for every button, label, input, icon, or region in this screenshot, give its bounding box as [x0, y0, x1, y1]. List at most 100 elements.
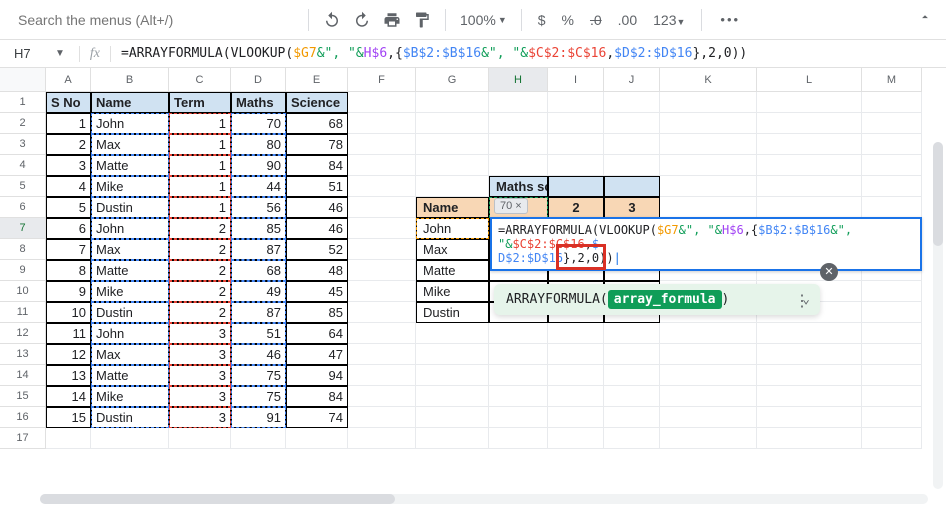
cell-I15[interactable] [548, 386, 604, 407]
cell-F17[interactable] [348, 428, 416, 449]
cell-E2[interactable]: 68 [286, 113, 348, 134]
cell-K14[interactable] [660, 365, 757, 386]
cell-I1[interactable] [548, 92, 604, 113]
cell-F13[interactable] [348, 344, 416, 365]
cell-K2[interactable] [660, 113, 757, 134]
vertical-scrollbar[interactable] [933, 142, 943, 489]
cell-M12[interactable] [862, 323, 922, 344]
row-header-8[interactable]: 8 [0, 239, 46, 260]
cell-L3[interactable] [757, 134, 862, 155]
column-header-C[interactable]: C [169, 68, 231, 92]
cell-F1[interactable] [348, 92, 416, 113]
scrollbar-thumb[interactable] [40, 494, 395, 504]
cell-M10[interactable] [862, 281, 922, 302]
cell-L16[interactable] [757, 407, 862, 428]
row-header-16[interactable]: 16 [0, 407, 46, 428]
cell-D9[interactable]: 68 [231, 260, 286, 281]
row-header-11[interactable]: 11 [0, 302, 46, 323]
cell-C6[interactable]: 1 [169, 197, 231, 218]
cell-J6[interactable]: 3 [604, 197, 660, 218]
cell-B4[interactable]: Matte [91, 155, 169, 176]
cell-K15[interactable] [660, 386, 757, 407]
row-header-13[interactable]: 13 [0, 344, 46, 365]
cell-B13[interactable]: Max [91, 344, 169, 365]
cell-H2[interactable] [489, 113, 548, 134]
cell-G17[interactable] [416, 428, 489, 449]
cell-K1[interactable] [660, 92, 757, 113]
cell-G13[interactable] [416, 344, 489, 365]
cell-K13[interactable] [660, 344, 757, 365]
cell-A6[interactable]: 5 [46, 197, 91, 218]
cell-I6[interactable]: 2 [548, 197, 604, 218]
cell-F5[interactable] [348, 176, 416, 197]
cell-I2[interactable] [548, 113, 604, 134]
format-currency-button[interactable]: $ [532, 12, 552, 28]
cell-I17[interactable] [548, 428, 604, 449]
row-header-7[interactable]: 7 [0, 218, 46, 239]
cell-D15[interactable]: 75 [231, 386, 286, 407]
cell-L4[interactable] [757, 155, 862, 176]
cell-B12[interactable]: John [91, 323, 169, 344]
cell-H5[interactable]: Maths scores [489, 176, 548, 197]
cell-F10[interactable] [348, 281, 416, 302]
cell-D14[interactable]: 75 [231, 365, 286, 386]
cell-K3[interactable] [660, 134, 757, 155]
cell-C11[interactable]: 2 [169, 302, 231, 323]
zoom-dropdown[interactable]: 100% ▼ [456, 12, 511, 28]
cell-M2[interactable] [862, 113, 922, 134]
column-header-A[interactable]: A [46, 68, 91, 92]
cell-G12[interactable] [416, 323, 489, 344]
cell-A1[interactable]: S No [46, 92, 91, 113]
scrollbar-thumb[interactable] [933, 142, 943, 246]
cell-F15[interactable] [348, 386, 416, 407]
cell-A2[interactable]: 1 [46, 113, 91, 134]
cell-J14[interactable] [604, 365, 660, 386]
cell-E9[interactable]: 48 [286, 260, 348, 281]
cell-B2[interactable]: John [91, 113, 169, 134]
cell-E14[interactable]: 94 [286, 365, 348, 386]
cell-F9[interactable] [348, 260, 416, 281]
row-header-15[interactable]: 15 [0, 386, 46, 407]
cell-A8[interactable]: 7 [46, 239, 91, 260]
cell-G15[interactable] [416, 386, 489, 407]
cell-F2[interactable] [348, 113, 416, 134]
cell-J2[interactable] [604, 113, 660, 134]
row-header-12[interactable]: 12 [0, 323, 46, 344]
cell-E8[interactable]: 52 [286, 239, 348, 260]
cell-D13[interactable]: 46 [231, 344, 286, 365]
column-header-J[interactable]: J [604, 68, 660, 92]
cell-D4[interactable]: 90 [231, 155, 286, 176]
cell-A4[interactable]: 3 [46, 155, 91, 176]
cell-E17[interactable] [286, 428, 348, 449]
collapse-toolbar-icon[interactable] [918, 10, 932, 27]
cell-F3[interactable] [348, 134, 416, 155]
cell-C3[interactable]: 1 [169, 134, 231, 155]
cell-B14[interactable]: Matte [91, 365, 169, 386]
cell-E15[interactable]: 84 [286, 386, 348, 407]
row-header-5[interactable]: 5 [0, 176, 46, 197]
cell-G11[interactable]: Dustin [416, 302, 489, 323]
cell-E6[interactable]: 46 [286, 197, 348, 218]
cell-D7[interactable]: 85 [231, 218, 286, 239]
cell-B15[interactable]: Mike [91, 386, 169, 407]
spreadsheet-grid[interactable]: ABCDEFGHIJKLM 1234567891011121314151617 … [0, 68, 946, 507]
cell-D10[interactable]: 49 [231, 281, 286, 302]
more-formats-dropdown[interactable]: 123▼ [647, 12, 691, 28]
cell-A7[interactable]: 6 [46, 218, 91, 239]
cell-M15[interactable] [862, 386, 922, 407]
row-header-6[interactable]: 6 [0, 197, 46, 218]
cell-M13[interactable] [862, 344, 922, 365]
cell-C15[interactable]: 3 [169, 386, 231, 407]
cell-L2[interactable] [757, 113, 862, 134]
cell-F6[interactable] [348, 197, 416, 218]
cell-D11[interactable]: 87 [231, 302, 286, 323]
name-box[interactable]: H7 [0, 46, 55, 61]
row-header-17[interactable]: 17 [0, 428, 46, 449]
cell-L13[interactable] [757, 344, 862, 365]
cell-A15[interactable]: 14 [46, 386, 91, 407]
cell-B16[interactable]: Dustin [91, 407, 169, 428]
cell-D2[interactable]: 70 [231, 113, 286, 134]
select-all-corner[interactable] [0, 68, 46, 92]
cell-B5[interactable]: Mike [91, 176, 169, 197]
cell-G1[interactable] [416, 92, 489, 113]
